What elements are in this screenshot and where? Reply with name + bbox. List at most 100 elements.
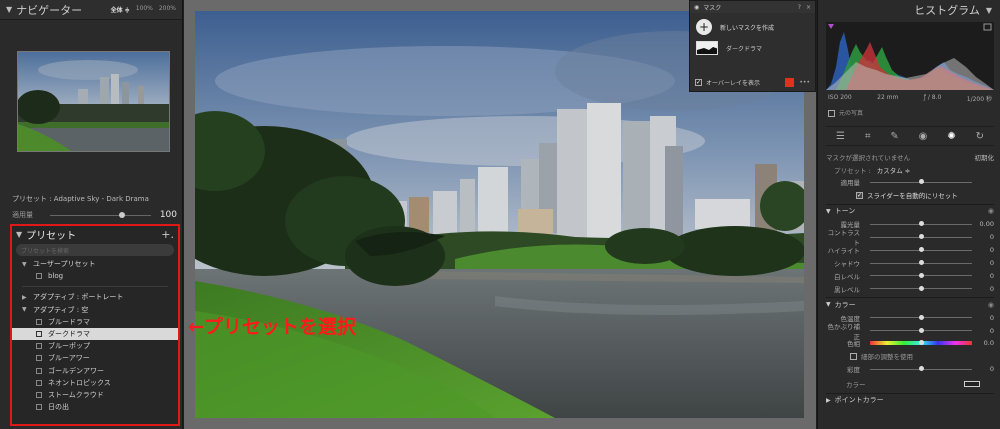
slider-track[interactable] xyxy=(870,327,972,333)
slider-knob[interactable] xyxy=(918,314,924,320)
hue-value[interactable]: 0.0 xyxy=(978,339,994,347)
preset-group[interactable]: ▼ アダプティブ : 空 xyxy=(12,304,178,316)
slider-value[interactable]: 0 xyxy=(978,272,994,280)
color-picker-swatch[interactable] xyxy=(964,381,980,388)
preset-group[interactable]: ▼ ユーザープリセット xyxy=(12,258,178,270)
slider-value[interactable]: 0 xyxy=(978,314,994,322)
presets-header[interactable]: ▼ プリセット +. xyxy=(12,226,178,242)
preset-amount-knob[interactable] xyxy=(118,211,125,218)
develop-amount-slider[interactable] xyxy=(870,179,972,185)
develop-preset-row: プリセット : カスタム ≑ xyxy=(826,163,994,176)
slider-knob[interactable] xyxy=(918,247,924,253)
preset-item[interactable]: 日の出 xyxy=(12,401,178,413)
healing-icon[interactable]: ✎ xyxy=(890,131,898,142)
preset-amount-value[interactable]: 100 xyxy=(159,210,177,220)
slider-knob[interactable] xyxy=(918,327,924,333)
preset-icon xyxy=(36,379,42,386)
slider-value[interactable]: 0 xyxy=(978,233,994,241)
saturation-value[interactable]: 0 xyxy=(978,365,994,373)
preset-item[interactable]: ネオントロピックス xyxy=(12,377,178,389)
red-eye-icon[interactable]: ◉ xyxy=(919,131,928,142)
slider-knob[interactable] xyxy=(918,221,924,227)
slider-value[interactable]: 0 xyxy=(978,327,994,335)
slider-track[interactable] xyxy=(870,272,972,278)
preset-amount-slider[interactable] xyxy=(50,211,151,218)
auto-reset-checkbox[interactable]: ✓ xyxy=(856,191,863,199)
help-icon[interactable]: ? xyxy=(798,4,801,11)
slider-label: 黒レベル xyxy=(834,285,860,294)
develop-controls: マスクが選択されていません 初期化 プリセット : カスタム ≑ 適用量 ✓ ス… xyxy=(826,150,994,407)
mask-item[interactable]: ダークドラマ xyxy=(690,41,815,55)
collapse-triangle-icon[interactable]: ▼ xyxy=(986,6,992,15)
slider-track[interactable] xyxy=(870,285,972,291)
eye-icon[interactable]: ◉ xyxy=(988,207,994,215)
hue-knob[interactable] xyxy=(918,340,924,346)
color-section-header[interactable]: ▼ カラー ◉ xyxy=(826,297,994,311)
slider-knob[interactable] xyxy=(918,272,924,278)
overlay-checkbox[interactable]: ✓ xyxy=(695,79,702,86)
slider-track[interactable] xyxy=(870,234,972,240)
slider-value[interactable]: 0.00 xyxy=(978,220,994,228)
create-new-mask-button[interactable]: + 新しいマスクを作成 xyxy=(690,13,815,41)
slider-knob[interactable] xyxy=(918,234,924,240)
eye-icon[interactable]: ◉ xyxy=(988,301,994,309)
collapse-triangle-icon[interactable]: ▼ xyxy=(6,5,12,14)
slider-row: シャドウ 0 xyxy=(826,257,994,270)
preset-group[interactable]: ▶ アダプティブ : ポートレート xyxy=(12,291,178,303)
develop-amount-knob[interactable] xyxy=(918,179,924,185)
point-color-section-header[interactable]: ▶ ポイントカラー xyxy=(826,392,994,407)
collapse-triangle-icon[interactable]: ▼ xyxy=(826,208,831,215)
collapse-triangle-icon[interactable]: ▼ xyxy=(826,301,831,308)
expand-triangle-icon[interactable]: ▼ xyxy=(22,306,28,313)
fine-adjust-checkbox[interactable] xyxy=(850,352,857,360)
masking-icon[interactable]: ✺ xyxy=(947,131,955,142)
saturation-slider[interactable] xyxy=(870,366,972,372)
preset-search-placeholder: プリセットを検索 xyxy=(21,247,70,255)
reset-icon[interactable]: ↻ xyxy=(976,131,984,142)
expand-triangle-icon[interactable]: ▼ xyxy=(22,261,28,268)
slider-track[interactable] xyxy=(870,247,972,253)
preset-item[interactable]: blog xyxy=(12,270,178,282)
preset-item[interactable]: ブルーアワー xyxy=(12,352,178,364)
preset-amount-label: 適用量 xyxy=(12,211,33,219)
original-photo-checkbox[interactable] xyxy=(828,110,835,117)
eye-icon[interactable]: ◉ xyxy=(694,4,699,11)
histogram-header[interactable]: ヒストグラム ▼ xyxy=(818,0,1000,20)
slider-track[interactable] xyxy=(870,314,972,320)
preset-item[interactable]: ストームクラウド xyxy=(12,389,178,401)
crop-icon[interactable]: ⌗ xyxy=(865,131,871,142)
collapse-triangle-icon[interactable]: ▶ xyxy=(826,397,831,404)
slider-track[interactable] xyxy=(870,221,972,227)
reset-button[interactable]: 初期化 xyxy=(975,152,995,162)
more-options-icon[interactable]: ••• xyxy=(799,79,810,86)
navigator-preview[interactable] xyxy=(17,51,170,152)
color-title: カラー xyxy=(834,300,856,309)
preset-search-input[interactable]: プリセットを検索 xyxy=(16,244,174,256)
collapse-triangle-icon[interactable]: ▼ xyxy=(16,230,22,239)
develop-preset-select[interactable]: カスタム ≑ xyxy=(877,165,911,175)
slider-value[interactable]: 0 xyxy=(978,285,994,293)
saturation-knob[interactable] xyxy=(918,366,924,372)
original-photo-toggle[interactable]: 元の写真 xyxy=(828,108,863,117)
zoom-200-option[interactable]: 200% xyxy=(159,5,176,14)
tone-section-header[interactable]: ▼ トーン ◉ xyxy=(826,203,994,218)
slider-knob[interactable] xyxy=(918,260,924,265)
hue-slider[interactable] xyxy=(870,340,972,346)
slider-knob[interactable] xyxy=(918,285,924,291)
preset-item[interactable]: ブルードラマ xyxy=(12,316,178,328)
overlay-color-swatch[interactable] xyxy=(785,78,795,87)
slider-track[interactable] xyxy=(870,260,972,265)
preset-item[interactable]: ブルーポップ xyxy=(12,340,178,352)
edit-sliders-icon[interactable]: ☰ xyxy=(836,131,845,142)
preset-item[interactable]: ダークドラマ xyxy=(12,327,178,341)
zoom-fit-option[interactable]: 全体 ≑ xyxy=(111,5,130,14)
slider-value[interactable]: 0 xyxy=(978,259,994,267)
close-icon[interactable]: × xyxy=(806,4,811,11)
navigator-header[interactable]: ▼ ナビゲーター 全体 ≑ 100% 200% xyxy=(0,0,182,20)
preset-icon xyxy=(36,391,42,398)
zoom-100-option[interactable]: 100% xyxy=(136,5,153,14)
preset-item[interactable]: ゴールデンアワー xyxy=(12,365,178,377)
collapse-triangle-icon[interactable]: ▶ xyxy=(22,294,28,301)
slider-value[interactable]: 0 xyxy=(978,246,994,254)
add-preset-icon[interactable]: +. xyxy=(161,228,174,241)
